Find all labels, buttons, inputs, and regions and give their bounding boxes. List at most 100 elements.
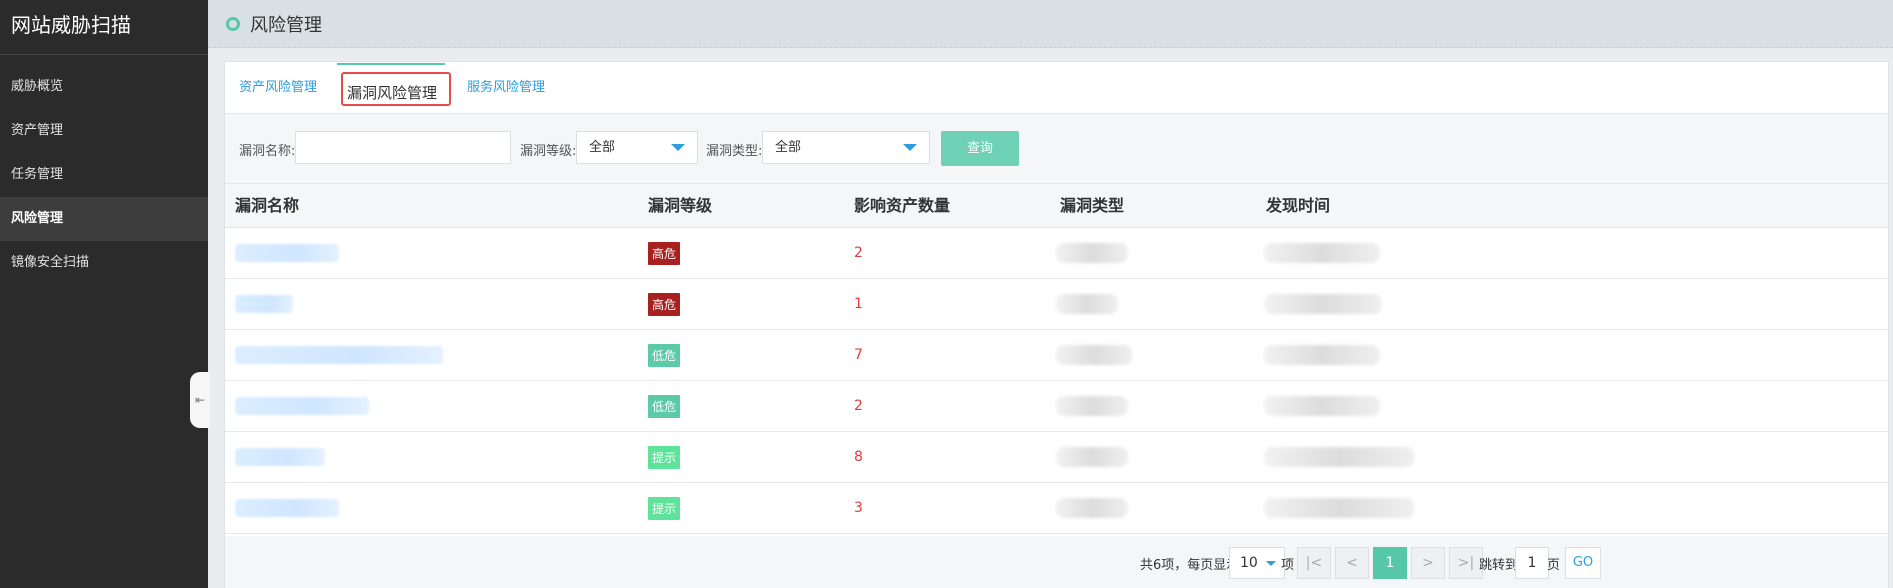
jump-label: 跳转到 — [1479, 558, 1519, 573]
vuln-type-cell — [1056, 279, 1118, 329]
page-unit: 页 — [1547, 558, 1561, 573]
filter-bar: 漏洞名称: 漏洞等级: 全部 漏洞类型: 全部 查询 — [225, 114, 1888, 184]
ring-icon — [226, 16, 240, 31]
vuln-type-select[interactable]: 全部 — [762, 131, 930, 164]
vuln-name-link[interactable] — [235, 346, 443, 364]
affected-count: 2 — [854, 245, 863, 261]
sidebar-item-image-scan[interactable]: 镜像安全扫描 — [0, 241, 208, 285]
main-panel: 资产风险管理 漏洞风险管理 服务风险管理 漏洞名称: 漏洞等级: 全部 漏洞类型… — [224, 61, 1889, 588]
prev-page-button[interactable]: < — [1335, 547, 1369, 579]
level-badge: 低危 — [648, 343, 681, 367]
affected-count-cell: 8 — [854, 432, 863, 482]
table-row: 低危 2 — [225, 381, 1888, 432]
query-button[interactable]: 查询 — [941, 131, 1019, 166]
vuln-type-value — [1056, 447, 1128, 467]
affected-count-cell: 3 — [854, 483, 863, 533]
col-vuln-name: 漏洞名称 — [235, 196, 300, 215]
sidebar-item-task-management[interactable]: 任务管理 — [0, 153, 208, 197]
discovered-time-value — [1264, 294, 1382, 314]
vuln-type-label: 漏洞类型: — [706, 144, 763, 159]
sidebar-item-asset-management[interactable]: 资产管理 — [0, 109, 208, 153]
first-page-button[interactable]: |< — [1297, 547, 1331, 579]
discovered-time-value — [1264, 345, 1380, 365]
vuln-name-cell[interactable] — [235, 279, 293, 329]
discovered-time-cell — [1264, 330, 1380, 380]
vuln-table: 漏洞名称 漏洞等级 影响资产数量 漏洞类型 发现时间 高危 2 高危 1 低危 7 低危 2 提… — [225, 184, 1888, 534]
level-badge: 提示 — [648, 445, 681, 469]
level-badge: 高危 — [648, 241, 681, 265]
table-row: 高危 2 — [225, 228, 1888, 279]
chevron-down-icon — [903, 144, 917, 151]
vuln-name-cell[interactable] — [235, 330, 443, 380]
vuln-type-cell — [1056, 483, 1128, 533]
vuln-level-cell: 提示 — [648, 432, 681, 482]
chevron-down-icon — [671, 144, 685, 151]
vuln-type-value: 全部 — [775, 140, 802, 155]
vuln-name-input[interactable] — [295, 131, 511, 164]
sidebar-collapse-icon[interactable]: ⇤ — [190, 372, 210, 428]
affected-count: 2 — [854, 398, 863, 414]
vuln-name-cell[interactable] — [235, 228, 339, 278]
tab-asset-risk[interactable]: 资产风险管理 — [239, 62, 317, 114]
last-page-button[interactable]: >| — [1449, 547, 1483, 579]
discovered-time-cell — [1264, 432, 1414, 482]
level-badge: 提示 — [648, 496, 681, 520]
affected-count: 7 — [854, 347, 863, 363]
discovered-time-value — [1264, 396, 1380, 416]
col-vuln-level: 漏洞等级 — [648, 196, 713, 215]
table-row: 提示 3 — [225, 483, 1888, 534]
sidebar-item-threat-overview[interactable]: 威胁概览 — [0, 65, 208, 109]
level-badge: 低危 — [648, 394, 681, 418]
pager-unit: 项 — [1281, 558, 1295, 573]
tab-vuln-risk[interactable]: 漏洞风险管理 — [337, 63, 451, 107]
page-size-select[interactable]: 10 — [1229, 547, 1285, 579]
vuln-level-value: 全部 — [589, 140, 616, 155]
discovered-time-cell — [1264, 483, 1414, 533]
vuln-type-value — [1056, 345, 1132, 365]
vuln-type-cell — [1056, 432, 1128, 482]
vuln-type-cell — [1056, 381, 1128, 431]
vuln-level-select[interactable]: 全部 — [576, 131, 698, 164]
jump-page-input[interactable]: 1 — [1515, 547, 1549, 579]
next-page-button[interactable]: > — [1411, 547, 1445, 579]
vuln-type-value — [1056, 294, 1118, 314]
discovered-time-value — [1264, 447, 1414, 467]
discovered-time-cell — [1264, 381, 1380, 431]
affected-count-cell: 7 — [854, 330, 863, 380]
vuln-level-cell: 高危 — [648, 279, 681, 329]
level-badge: 高危 — [648, 292, 681, 316]
table-row: 提示 8 — [225, 432, 1888, 483]
go-button[interactable]: GO — [1565, 547, 1601, 579]
col-discovered-time: 发现时间 — [1266, 196, 1331, 215]
affected-count: 8 — [854, 449, 863, 465]
affected-count-cell: 1 — [854, 279, 863, 329]
vuln-name-cell[interactable] — [235, 432, 325, 482]
vuln-type-value — [1056, 396, 1128, 416]
page-header: 风险管理 — [208, 0, 1893, 48]
page-1-button[interactable]: 1 — [1373, 547, 1407, 579]
sidebar-menu: 威胁概览 资产管理 任务管理 风险管理 镜像安全扫描 — [0, 65, 208, 285]
vuln-name-cell[interactable] — [235, 381, 369, 431]
affected-count: 3 — [854, 500, 863, 516]
vuln-name-label: 漏洞名称: — [239, 144, 296, 159]
col-vuln-type: 漏洞类型 — [1060, 196, 1125, 215]
sidebar-item-risk-management[interactable]: 风险管理 — [0, 197, 208, 241]
pager-summary: 共6项，每页显示 — [1140, 558, 1240, 573]
pagination: 共6项，每页显示 10 项 |< < 1 > >| 跳转到 1 页 GO — [225, 536, 1888, 588]
vuln-name-link[interactable] — [235, 295, 293, 313]
vuln-name-link[interactable] — [235, 244, 339, 262]
tab-service-risk[interactable]: 服务风险管理 — [467, 62, 545, 114]
table-row: 高危 1 — [225, 279, 1888, 330]
discovered-time-cell — [1264, 279, 1382, 329]
vuln-level-cell: 低危 — [648, 381, 681, 431]
page-title: 风险管理 — [250, 14, 322, 36]
affected-count-cell: 2 — [854, 381, 863, 431]
page-size-value: 10 — [1240, 555, 1258, 571]
sidebar: 网站威胁扫描 威胁概览 资产管理 任务管理 风险管理 镜像安全扫描 — [0, 0, 208, 588]
vuln-level-cell: 提示 — [648, 483, 681, 533]
vuln-name-link[interactable] — [235, 397, 369, 415]
vuln-name-link[interactable] — [235, 499, 339, 517]
vuln-name-link[interactable] — [235, 448, 325, 466]
vuln-name-cell[interactable] — [235, 483, 339, 533]
affected-count-cell: 2 — [854, 228, 863, 278]
